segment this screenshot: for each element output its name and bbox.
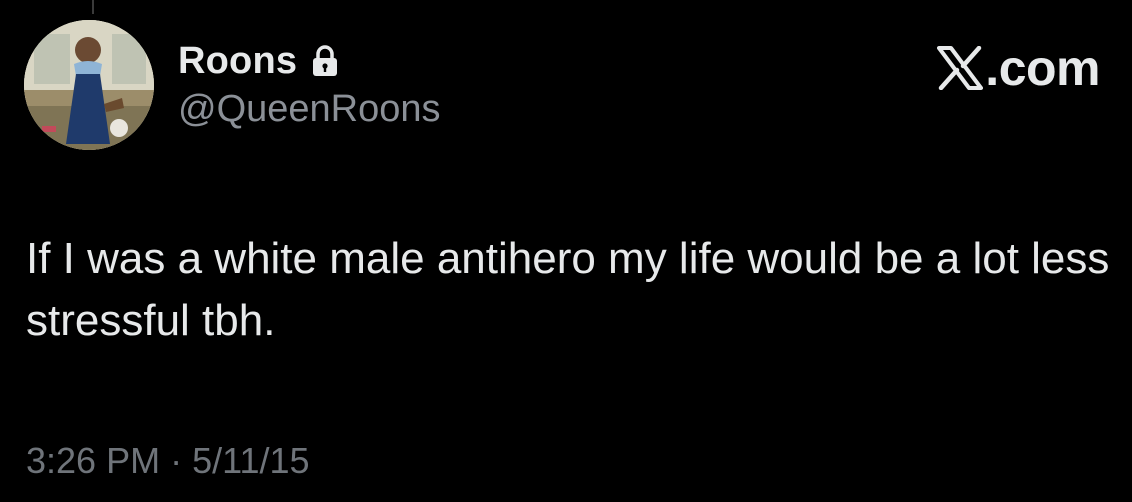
- lock-icon: [311, 45, 339, 77]
- meta-separator: ·: [170, 440, 183, 481]
- tweet-time: 3:26 PM: [26, 440, 161, 481]
- user-handle[interactable]: @QueenRoons: [178, 88, 441, 131]
- avatar-image: [24, 20, 154, 150]
- brand-domain-suffix: .com: [985, 40, 1100, 96]
- display-name-row: Roons: [178, 36, 441, 86]
- avatar[interactable]: [24, 20, 154, 150]
- user-info: Roons @QueenRoons: [178, 36, 441, 131]
- tweet-timestamp[interactable]: 3:26 PM · 5/11/15: [26, 440, 310, 482]
- tweet-text: If I was a white male antihero my life w…: [26, 234, 1110, 345]
- tweet-date: 5/11/15: [192, 440, 310, 481]
- brand-watermark: .com: [937, 40, 1100, 96]
- x-logo-icon: [937, 46, 984, 90]
- display-name[interactable]: Roons: [178, 40, 297, 83]
- thread-connector: [92, 0, 94, 14]
